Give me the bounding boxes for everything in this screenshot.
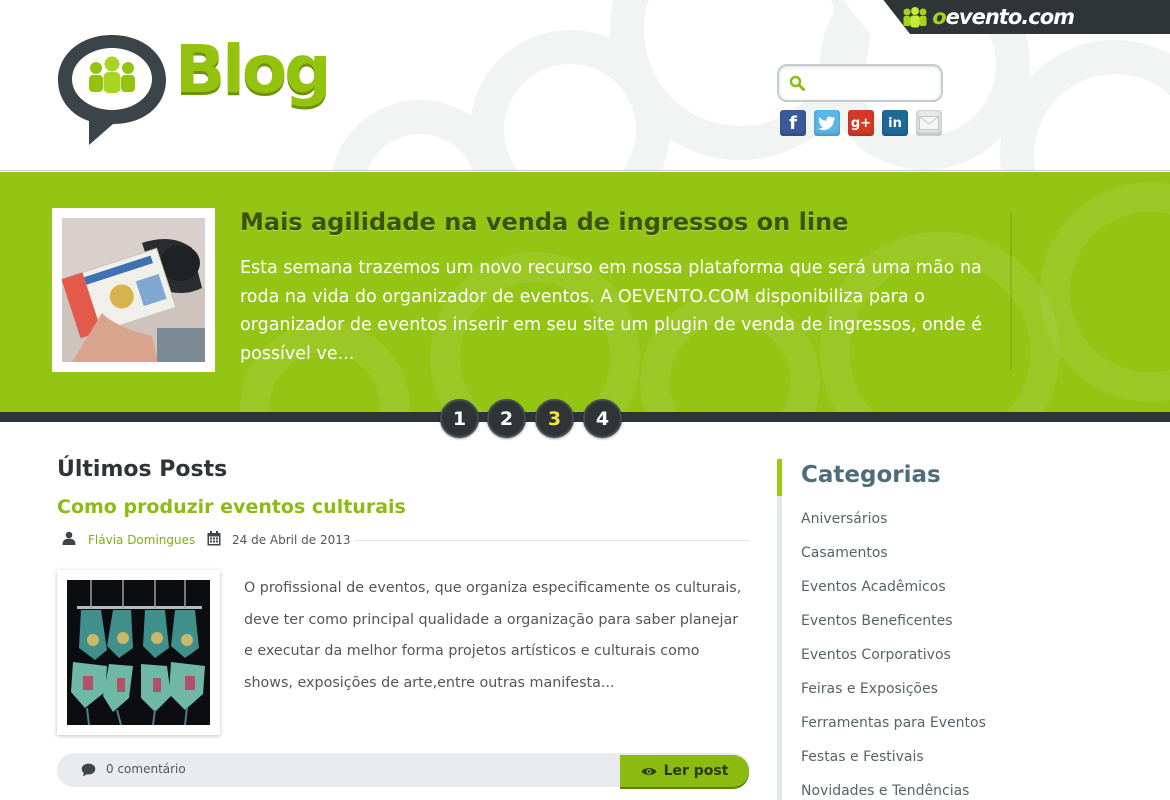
- post-title[interactable]: Como produzir eventos culturais: [57, 496, 406, 518]
- post-excerpt: O profissional de eventos, que organiza …: [244, 580, 742, 691]
- slider-page-4[interactable]: 4: [583, 399, 622, 438]
- slider-page-1[interactable]: 1: [440, 399, 479, 438]
- category-link[interactable]: Novidades e Tendências: [801, 783, 969, 799]
- post-meta: Flávia Domingues 24 de Abril de 2013: [62, 531, 750, 551]
- eye-icon: [641, 767, 657, 775]
- sidebar-rule-accent: [777, 459, 782, 496]
- read-post-button[interactable]: Ler post: [620, 755, 749, 787]
- sidebar-rule: [777, 459, 782, 800]
- ticket-scanner-photo: [60, 218, 205, 362]
- linkedin-icon[interactable]: in: [882, 110, 908, 136]
- google-plus-icon[interactable]: g+: [848, 110, 874, 136]
- post-date: 24 de Abril de 2013: [232, 533, 351, 547]
- oevento-brand-link[interactable]: oevento.com: [902, 5, 1075, 29]
- envelope-shape: [919, 116, 939, 130]
- category-link[interactable]: Aniversários: [801, 511, 887, 527]
- slider-page-2[interactable]: 2: [487, 399, 526, 438]
- blog-logo[interactable]: Blog: [55, 31, 345, 148]
- category-link[interactable]: Eventos Acadêmicos: [801, 579, 946, 595]
- search-input[interactable]: [809, 72, 935, 94]
- search-icon: [789, 75, 805, 91]
- speech-bubble-people-icon: [58, 35, 166, 145]
- category-link[interactable]: Feiras e Exposições: [801, 681, 938, 697]
- category-link[interactable]: Eventos Corporativos: [801, 647, 951, 663]
- comment-count[interactable]: 0 comentário: [106, 762, 186, 776]
- blog-logo-text: Blog: [175, 31, 332, 108]
- hero-watermark: [1040, 182, 1170, 402]
- category-link[interactable]: Eventos Beneficentes: [801, 613, 953, 629]
- categories-heading: Categorias: [801, 462, 941, 488]
- post-author[interactable]: Flávia Domingues: [88, 533, 195, 547]
- facebook-icon[interactable]: f: [780, 110, 806, 136]
- brand-name: oevento.com: [932, 5, 1075, 29]
- brand-name-prefix: o: [932, 5, 946, 29]
- category-link[interactable]: Ferramentas para Eventos: [801, 715, 986, 731]
- featured-post-excerpt: Esta semana trazemos um novo recurso em …: [240, 258, 982, 364]
- twitter-bird-shape: [818, 116, 835, 130]
- people-group-icon: [903, 7, 927, 28]
- comment-icon: [81, 763, 96, 777]
- social-links: f g+ in: [780, 110, 942, 136]
- search-box[interactable]: [777, 64, 943, 102]
- category-link[interactable]: Festas e Festivais: [801, 749, 924, 765]
- twitter-icon[interactable]: [814, 110, 840, 136]
- featured-post-image[interactable]: [52, 208, 215, 372]
- meta-divider: [354, 540, 750, 541]
- email-icon[interactable]: [916, 110, 942, 136]
- user-icon: [62, 531, 76, 545]
- calendar-icon: [207, 531, 221, 546]
- brand-name-rest: evento.com: [945, 5, 1075, 29]
- category-link[interactable]: Casamentos: [801, 545, 888, 561]
- read-post-label: Ler post: [663, 763, 729, 779]
- slider-page-3-active[interactable]: 3: [535, 399, 574, 438]
- post-thumbnail[interactable]: [57, 570, 220, 735]
- acrobats-photo: [67, 580, 210, 726]
- featured-post-title[interactable]: Mais agilidade na venda de ingressos on …: [240, 208, 848, 236]
- hero-divider: [1010, 212, 1012, 370]
- featured-post-band: Mais agilidade na venda de ingressos on …: [0, 172, 1170, 412]
- site-header: oevento.com Blog f g+ in: [0, 0, 1170, 171]
- latest-posts-heading: Últimos Posts: [57, 457, 228, 482]
